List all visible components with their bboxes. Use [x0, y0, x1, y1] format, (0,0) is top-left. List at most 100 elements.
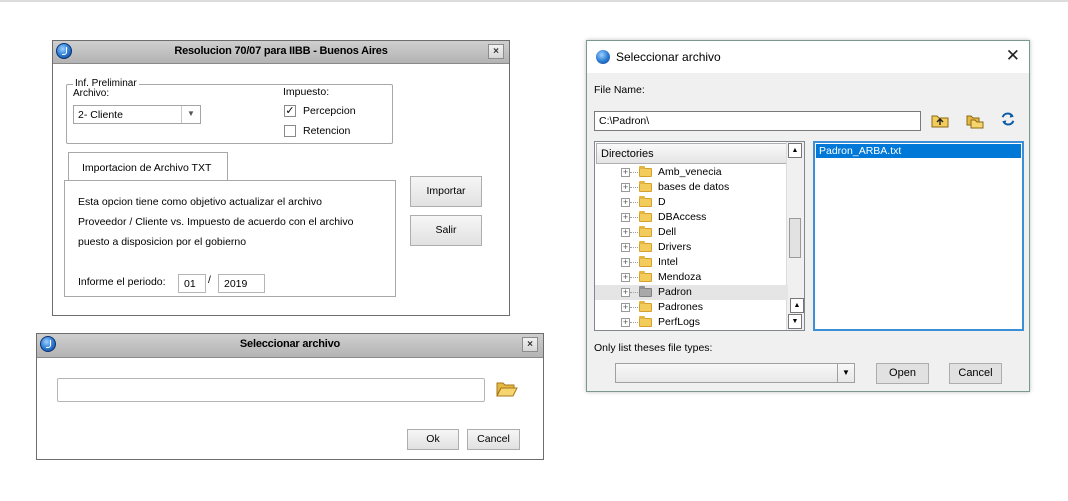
- directory-name: Amb_venecia: [658, 166, 722, 178]
- directory-name: Intel: [658, 256, 678, 268]
- archivo-select-value: 2- Cliente: [78, 109, 123, 121]
- impuesto-label: Impuesto:: [283, 86, 330, 98]
- periodo-year-input[interactable]: 2019: [218, 274, 265, 293]
- dialog-title: Resolucion 70/07 para IIBB - Buenos Aire…: [174, 45, 388, 57]
- new-folder-icon[interactable]: [966, 113, 984, 129]
- directory-item[interactable]: + Intel: [595, 255, 788, 270]
- directory-item[interactable]: + Dell: [595, 225, 788, 240]
- scroll-thumb[interactable]: [789, 218, 801, 258]
- archivo-label: Archivo:: [73, 88, 110, 99]
- directory-item[interactable]: + Padrones: [595, 300, 788, 315]
- directory-item[interactable]: + bases de datos: [595, 180, 788, 195]
- directory-name: D: [658, 196, 666, 208]
- importar-button[interactable]: Importar: [410, 176, 482, 207]
- inner-scroll-up-button[interactable]: ▲: [790, 298, 804, 313]
- dialog-title: Seleccionar archivo: [239, 338, 341, 350]
- folder-icon: [639, 301, 652, 312]
- chevron-down-icon[interactable]: ▼: [837, 364, 854, 382]
- expand-icon[interactable]: +: [621, 168, 630, 177]
- expand-icon[interactable]: +: [621, 303, 630, 312]
- directories-header: Directories: [596, 143, 788, 164]
- close-button[interactable]: ✕: [1006, 46, 1020, 66]
- folder-icon: [639, 256, 652, 267]
- filetypes-label: Only list theses file types:: [594, 342, 713, 354]
- salir-button[interactable]: Salir: [410, 215, 482, 246]
- title-bar[interactable]: Seleccionar archivo ×: [37, 334, 543, 358]
- expand-icon[interactable]: +: [621, 228, 630, 237]
- percepcion-checkbox[interactable]: ✓: [284, 105, 296, 117]
- directories-header-label: Directories: [601, 148, 654, 160]
- chevron-down-icon[interactable]: ▼: [181, 106, 200, 123]
- tab-importacion[interactable]: Importacion de Archivo TXT: [68, 152, 228, 180]
- resolucion-dialog: Resolucion 70/07 para IIBB - Buenos Aire…: [52, 40, 510, 316]
- files-list[interactable]: Padron_ARBA.txt: [813, 141, 1024, 331]
- directory-name: Dell: [658, 226, 677, 238]
- folder-open-icon: [639, 286, 652, 297]
- ok-button[interactable]: Ok: [407, 429, 459, 450]
- tab-importacion-label: Importacion de Archivo TXT: [82, 162, 212, 174]
- directory-item-selected[interactable]: + Padron: [595, 285, 788, 300]
- folder-icon: [639, 271, 652, 282]
- refresh-icon[interactable]: [999, 111, 1017, 127]
- top-border-line: [0, 0, 1068, 2]
- directory-item[interactable]: + D: [595, 195, 788, 210]
- filetype-select[interactable]: ▼: [615, 363, 855, 383]
- title-bar[interactable]: Seleccionar archivo ✕: [587, 41, 1029, 73]
- directory-name: Drivers: [658, 241, 692, 253]
- directory-name: Padrones: [658, 301, 703, 313]
- filename-value: C:\Padron\: [599, 115, 650, 127]
- file-path-input[interactable]: [57, 378, 485, 402]
- folder-icon: [639, 211, 652, 222]
- expand-icon[interactable]: +: [621, 273, 630, 282]
- folder-icon: [639, 196, 652, 207]
- expand-icon[interactable]: +: [621, 243, 630, 252]
- dialog-title: Seleccionar archivo: [616, 50, 721, 64]
- cancel-button[interactable]: Cancel: [467, 429, 520, 450]
- folder-icon: [639, 181, 652, 192]
- expand-icon[interactable]: +: [621, 183, 630, 192]
- directory-item[interactable]: + PerfLogs: [595, 315, 788, 330]
- expand-icon[interactable]: +: [621, 213, 630, 222]
- scroll-up-button[interactable]: ▲: [788, 143, 802, 158]
- close-button[interactable]: ×: [522, 337, 538, 352]
- description-line-3: puesto a disposicion por el gobierno: [78, 236, 247, 248]
- file-browser-dialog: Seleccionar archivo ✕ File Name: C:\Padr…: [586, 40, 1030, 392]
- directory-item[interactable]: + Drivers: [595, 240, 788, 255]
- expand-icon[interactable]: +: [621, 318, 630, 327]
- file-item-selected[interactable]: Padron_ARBA.txt: [816, 144, 1021, 158]
- expand-icon[interactable]: +: [621, 288, 630, 297]
- folder-icon: [639, 226, 652, 237]
- directory-name: DBAccess: [658, 211, 707, 223]
- folder-icon: [639, 241, 652, 252]
- periodo-separator: /: [208, 274, 211, 286]
- folder-icon: [639, 316, 652, 327]
- periodo-label: Informe el periodo:: [78, 276, 166, 288]
- cancel-button[interactable]: Cancel: [949, 363, 1002, 384]
- open-button[interactable]: Open: [876, 363, 929, 384]
- description-line-1: Esta opcion tiene como objetivo actualiz…: [78, 196, 322, 208]
- percepcion-label: Percepcion: [303, 105, 356, 117]
- description-line-2: Proveedor / Cliente vs. Impuesto de acue…: [78, 216, 354, 228]
- periodo-month-input[interactable]: 01: [178, 274, 206, 293]
- periodo-month-value: 01: [184, 278, 196, 290]
- open-folder-icon[interactable]: [496, 380, 518, 398]
- directory-name: PerfLogs: [658, 316, 701, 328]
- scroll-down-button[interactable]: ▼: [788, 314, 802, 329]
- directories-tree[interactable]: Directories ▲ ▼ ▲ + Amb_venecia + bases …: [594, 141, 805, 331]
- archivo-select[interactable]: 2- Cliente ▼: [73, 105, 201, 124]
- import-panel: Esta opcion tiene como objetivo actualiz…: [64, 180, 396, 297]
- expand-icon[interactable]: +: [621, 258, 630, 267]
- directory-item[interactable]: + Amb_venecia: [595, 165, 788, 180]
- title-bar[interactable]: Resolucion 70/07 para IIBB - Buenos Aire…: [53, 41, 509, 64]
- folder-up-icon[interactable]: [931, 112, 949, 128]
- directory-name: Padron: [658, 286, 692, 298]
- close-button[interactable]: ×: [488, 44, 504, 59]
- retencion-checkbox[interactable]: [284, 125, 296, 137]
- filename-input[interactable]: C:\Padron\: [594, 111, 921, 131]
- directory-item[interactable]: + DBAccess: [595, 210, 788, 225]
- directory-name: bases de datos: [658, 181, 730, 193]
- expand-icon[interactable]: +: [621, 198, 630, 207]
- directory-name: Mendoza: [658, 271, 702, 283]
- folder-icon: [639, 166, 652, 177]
- directory-item[interactable]: + Mendoza: [595, 270, 788, 285]
